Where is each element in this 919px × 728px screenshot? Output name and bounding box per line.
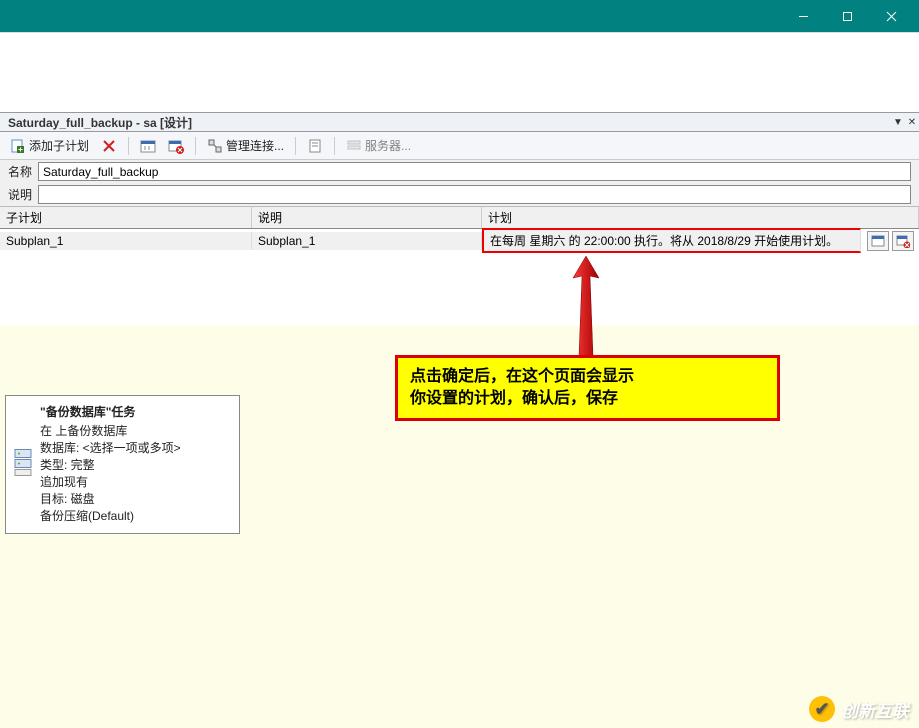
servers-label: 服务器... xyxy=(365,137,411,154)
task-line: 追加现有 xyxy=(40,474,229,491)
name-row: 名称 xyxy=(0,160,919,183)
document-tab-title[interactable]: Saturday_full_backup - sa [设计] xyxy=(8,114,891,131)
servers-icon xyxy=(346,138,362,154)
window-titlebar xyxy=(0,0,919,32)
delete-schedule-button[interactable] xyxy=(164,137,188,155)
backup-task-box[interactable]: "备份数据库"任务 在 上备份数据库 数据库: <选择一项或多项> 类型: 完整… xyxy=(5,395,240,534)
task-line: 备份压缩(Default) xyxy=(40,508,229,525)
add-subplan-icon xyxy=(10,138,26,154)
col-header-plan[interactable]: 计划 xyxy=(482,207,919,228)
desc-row: 说明 xyxy=(0,183,919,206)
add-subplan-button[interactable]: 添加子计划 xyxy=(6,136,93,155)
designer-toolbar: 添加子计划 管理连接... 服务器... xyxy=(0,132,919,160)
task-line: 在 上备份数据库 xyxy=(40,423,229,440)
remove-schedule-button[interactable] xyxy=(892,231,914,251)
calendar-icon xyxy=(140,138,156,154)
toolbar-separator xyxy=(295,137,296,155)
tab-dropdown-icon[interactable]: ▼ xyxy=(891,117,905,128)
callout-line1: 点击确定后，在这个页面会显示 xyxy=(410,366,765,388)
document-tab-header: Saturday_full_backup - sa [设计] ▼ ✕ xyxy=(0,112,919,132)
cell-desc[interactable]: Subplan_1 xyxy=(252,232,482,250)
toolbar-separator xyxy=(128,137,129,155)
col-header-subplan[interactable]: 子计划 xyxy=(0,207,252,228)
annotation-callout: 点击确定后，在这个页面会显示 你设置的计划，确认后，保存 xyxy=(395,355,780,421)
servers-button[interactable]: 服务器... xyxy=(342,136,415,155)
task-line: 类型: 完整 xyxy=(40,457,229,474)
close-button[interactable] xyxy=(869,2,913,30)
maximize-button[interactable] xyxy=(825,2,869,30)
add-subplan-label: 添加子计划 xyxy=(29,137,89,154)
name-label: 名称 xyxy=(8,163,38,180)
subplan-grid-row[interactable]: Subplan_1 Subplan_1 在每周 星期六 的 22:00:00 执… xyxy=(0,229,919,252)
server-icon xyxy=(12,447,34,482)
watermark: ✔ 创新互联 xyxy=(809,696,909,722)
watermark-text: 创新互联 xyxy=(841,697,909,722)
schedule-button[interactable] xyxy=(867,231,889,251)
delete-subplan-button[interactable] xyxy=(97,137,121,155)
report-tool-button[interactable] xyxy=(303,137,327,155)
row-actions xyxy=(861,231,919,251)
ribbon-placeholder xyxy=(0,32,919,112)
tab-close-icon[interactable]: ✕ xyxy=(905,117,919,128)
subplan-grid-header: 子计划 说明 计划 xyxy=(0,206,919,229)
report-icon xyxy=(307,138,323,154)
cell-subplan[interactable]: Subplan_1 xyxy=(0,232,252,250)
delete-icon xyxy=(101,138,117,154)
minimize-button[interactable] xyxy=(781,2,825,30)
desc-label: 说明 xyxy=(8,186,38,203)
cell-plan-highlighted[interactable]: 在每周 星期六 的 22:00:00 执行。将从 2018/8/29 开始使用计… xyxy=(482,228,861,253)
task-title: "备份数据库"任务 xyxy=(40,404,229,421)
annotation-arrow xyxy=(571,256,601,356)
callout-line2: 你设置的计划，确认后，保存 xyxy=(410,388,765,410)
calendar-delete-icon xyxy=(168,138,184,154)
watermark-logo-icon: ✔ xyxy=(809,696,835,722)
name-input[interactable] xyxy=(38,162,911,181)
desc-input[interactable] xyxy=(38,185,911,204)
toolbar-separator xyxy=(195,137,196,155)
manage-connections-label: 管理连接... xyxy=(226,137,284,154)
task-line: 数据库: <选择一项或多项> xyxy=(40,440,229,457)
col-header-desc[interactable]: 说明 xyxy=(252,207,482,228)
task-line: 目标: 磁盘 xyxy=(40,491,229,508)
connections-icon xyxy=(207,138,223,154)
calendar-tool-button[interactable] xyxy=(136,137,160,155)
toolbar-separator xyxy=(334,137,335,155)
manage-connections-button[interactable]: 管理连接... xyxy=(203,136,288,155)
